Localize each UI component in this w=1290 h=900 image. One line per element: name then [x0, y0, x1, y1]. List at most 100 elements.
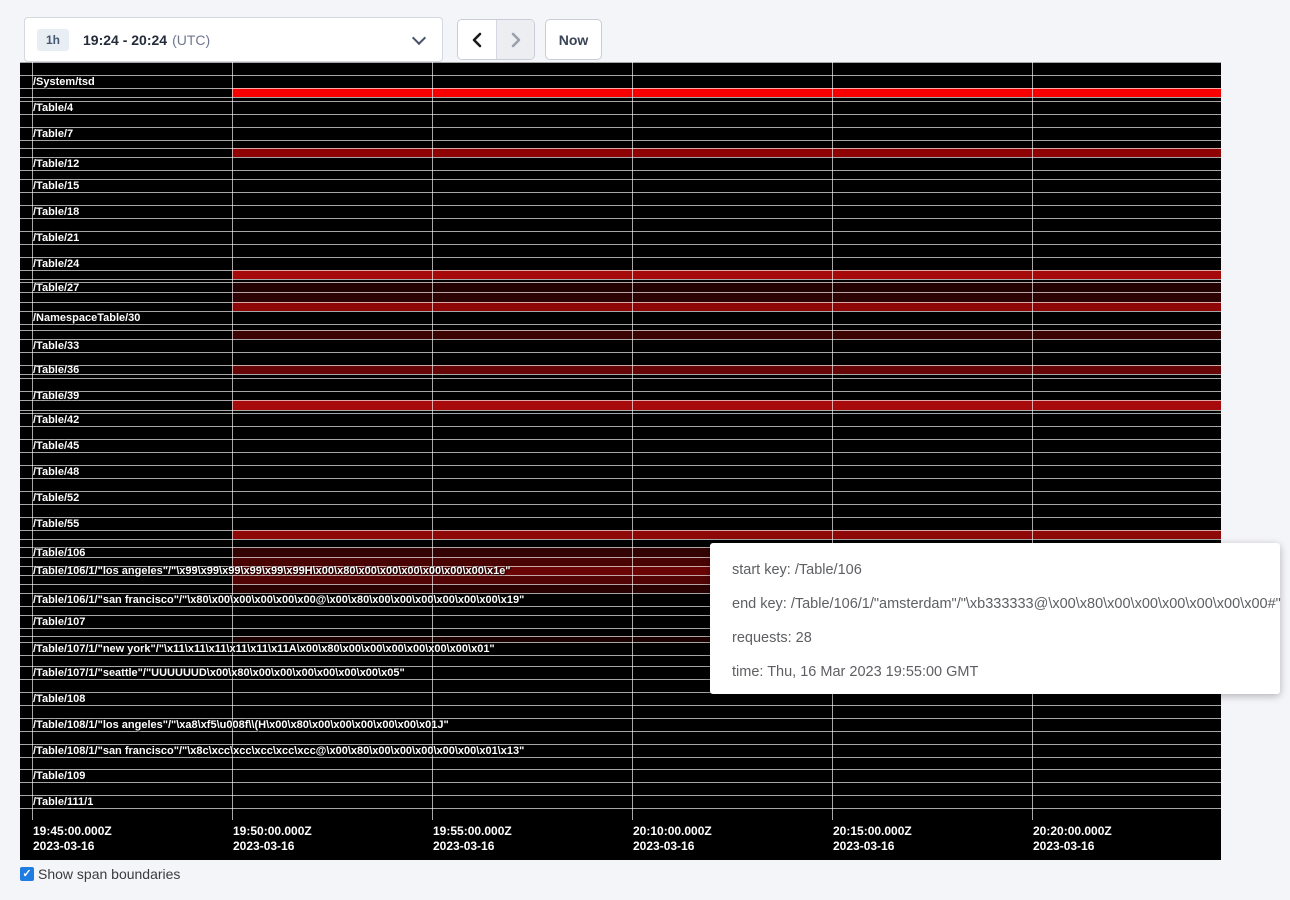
tooltip-end-key: end key: /Table/106/1/"amsterdam"/"\xb33…: [732, 594, 1280, 614]
tooltip-time: time: Thu, 16 Mar 2023 19:55:00 GMT: [732, 662, 1280, 682]
time-axis-tick-label: 20:15:00.000Z2023-03-16: [833, 824, 912, 854]
time-axis-tick-label: 19:55:00.000Z2023-03-16: [433, 824, 512, 854]
heatmap-band[interactable]: /Table/108/1/"los angeles"/"\xa8\xf5\u00…: [20, 718, 1221, 731]
time-axis-tick-label: 20:10:00.000Z2023-03-16: [633, 824, 712, 854]
heatmap-band[interactable]: [20, 352, 1221, 365]
next-range-button[interactable]: [496, 20, 534, 59]
heatmap-band[interactable]: [20, 114, 1221, 127]
heatmap-band[interactable]: [20, 192, 1221, 205]
span-label: /Table/12: [33, 158, 79, 170]
time-gridline: [432, 62, 433, 820]
show-span-boundaries-checkbox[interactable]: ✓: [20, 867, 34, 881]
heatmap-band[interactable]: [20, 705, 1221, 718]
span-label: /Table/7: [33, 128, 73, 140]
span-label: /Table/108: [33, 693, 85, 705]
heatmap-band[interactable]: [20, 426, 1221, 439]
cell-tooltip: start key: /Table/106 end key: /Table/10…: [710, 543, 1280, 694]
range-duration-chip: 1h: [37, 29, 69, 51]
span-label: /Table/108/1/"los angeles"/"\xa8\xf5\u00…: [33, 719, 449, 731]
heatmap-band[interactable]: /Table/15: [20, 179, 1221, 192]
heatmap-band[interactable]: [20, 170, 1221, 179]
range-nav-button-group: [457, 19, 535, 60]
span-label: /Table/48: [33, 466, 79, 478]
heatmap-band[interactable]: /Table/39: [20, 391, 1221, 400]
span-label: /Table/109: [33, 770, 85, 782]
time-gridline: [632, 62, 633, 820]
heatmap-band[interactable]: /NamespaceTable/30: [20, 311, 1221, 324]
heatmap-band[interactable]: /Table/111/1: [20, 795, 1221, 808]
now-button[interactable]: Now: [545, 19, 602, 60]
heatmap-band[interactable]: /Table/24: [20, 257, 1221, 270]
span-label: /System/tsd: [33, 76, 95, 88]
heatmap-band[interactable]: [20, 140, 1221, 148]
heatmap-band[interactable]: /Table/108/1/"san francisco"/"\x8c\xcc\x…: [20, 744, 1221, 757]
heatmap-band[interactable]: /Table/55: [20, 517, 1221, 530]
heatmap-band[interactable]: /Table/52: [20, 491, 1221, 504]
heatmap-band[interactable]: [20, 148, 1221, 157]
span-label: /Table/111/1: [33, 796, 93, 808]
heatmap-band[interactable]: [20, 757, 1221, 769]
heatmap-band[interactable]: [20, 452, 1221, 465]
heatmap-band[interactable]: [20, 292, 1221, 302]
heatmap-band[interactable]: [20, 62, 1221, 75]
key-visualizer-heatmap[interactable]: /System/tsd/Table/4/Table/7/Table/12/Tab…: [20, 62, 1221, 860]
span-label: /Table/15: [33, 180, 79, 192]
footer-controls: ✓ Show span boundaries: [20, 866, 180, 882]
heatmap-band[interactable]: /Table/33: [20, 339, 1221, 352]
time-gridline: [832, 62, 833, 820]
span-label: /Table/42: [33, 414, 79, 426]
span-label: /NamespaceTable/30: [33, 312, 140, 324]
heatmap-band[interactable]: [20, 270, 1221, 279]
prev-range-button[interactable]: [458, 20, 496, 59]
heatmap-band[interactable]: /Table/18: [20, 205, 1221, 218]
span-label: /Table/108/1/"san francisco"/"\x8c\xcc\x…: [33, 745, 524, 757]
heatmap-band[interactable]: [20, 302, 1221, 311]
span-label: /Table/106: [33, 547, 85, 559]
heatmap-band[interactable]: /Table/21: [20, 231, 1221, 244]
heatmap-band[interactable]: /Table/45: [20, 439, 1221, 452]
time-axis-tick-label: 20:20:00.000Z2023-03-16: [1033, 824, 1112, 854]
span-label: /Table/33: [33, 340, 79, 352]
heatmap-band[interactable]: [20, 478, 1221, 491]
heatmap-band[interactable]: [20, 378, 1221, 391]
tooltip-start-key: start key: /Table/106: [732, 560, 1280, 580]
show-span-boundaries-label: Show span boundaries: [38, 866, 180, 882]
heatmap-band[interactable]: [20, 504, 1221, 517]
chevron-left-icon: [471, 32, 483, 48]
range-text: 19:24 - 20:24: [83, 32, 167, 48]
span-label: /Table/24: [33, 258, 79, 270]
time-gridline: [1032, 62, 1033, 820]
span-label: /Table/55: [33, 518, 79, 530]
heatmap-band[interactable]: [20, 218, 1221, 231]
heatmap-band[interactable]: /Table/4: [20, 101, 1221, 114]
span-label: /Table/52: [33, 492, 79, 504]
span-label: /Table/106/1/"san francisco"/"\x80\x00\x…: [33, 594, 524, 606]
heatmap-band[interactable]: /System/tsd: [20, 75, 1221, 88]
heatmap-band[interactable]: /Table/42: [20, 413, 1221, 426]
time-axis-tick-label: 19:50:00.000Z2023-03-16: [233, 824, 312, 854]
heatmap-band[interactable]: /Table/109: [20, 769, 1221, 782]
time-gridline: [232, 62, 233, 820]
heatmap-band[interactable]: [20, 244, 1221, 257]
span-label: /Table/106/1/"los angeles"/"\x99\x99\x99…: [33, 565, 511, 577]
heatmap-band[interactable]: [20, 808, 1221, 815]
heatmap-band[interactable]: [20, 88, 1221, 97]
heatmap-band[interactable]: [20, 330, 1221, 339]
span-label: /Table/27: [33, 282, 79, 294]
time-axis-tick-label: 19:45:00.000Z2023-03-16: [33, 824, 112, 854]
span-label: /Table/107/1/"new york"/"\x11\x11\x11\x1…: [33, 643, 495, 655]
heatmap-bands: /System/tsd/Table/4/Table/7/Table/12/Tab…: [20, 62, 1221, 815]
span-label: /Table/45: [33, 440, 79, 452]
heatmap-band[interactable]: [20, 731, 1221, 744]
heatmap-band[interactable]: [20, 400, 1221, 410]
heatmap-band[interactable]: [20, 782, 1221, 795]
heatmap-band[interactable]: /Table/7: [20, 127, 1221, 140]
heatmap-band[interactable]: [20, 530, 1221, 539]
heatmap-band[interactable]: /Table/48: [20, 465, 1221, 478]
time-range-selector[interactable]: 1h 19:24 - 20:24 (UTC): [24, 17, 443, 62]
heatmap-band[interactable]: /Table/36: [20, 365, 1221, 374]
range-utc-suffix: (UTC): [172, 32, 210, 48]
span-label: /Table/18: [33, 206, 79, 218]
heatmap-band[interactable]: /Table/27: [20, 282, 1221, 292]
heatmap-band[interactable]: /Table/12: [20, 157, 1221, 170]
